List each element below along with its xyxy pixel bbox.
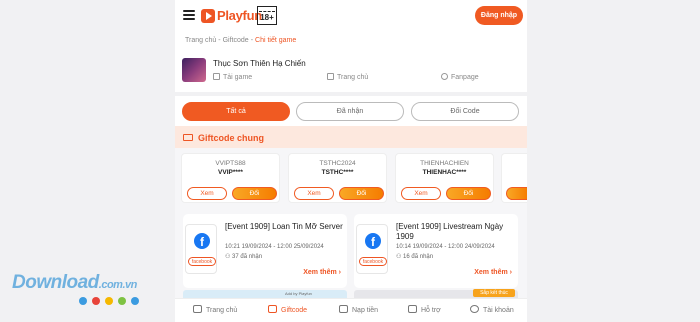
nav-home[interactable]: Trang chủ	[193, 305, 237, 314]
home-icon	[327, 73, 334, 80]
giftcode-value: THIENHAC****	[422, 169, 467, 176]
game-thumbnail[interactable]	[182, 58, 206, 82]
age-rating-badge: 18+	[257, 6, 277, 25]
game-header: Thục Sơn Thiên Hạ Chiến Tải game Trang c…	[182, 57, 522, 85]
game-homepage-link[interactable]: Trang chủ	[327, 73, 368, 81]
giftcode-card: TSTHC2024 TSTHC**** Xem Đổi	[288, 153, 387, 203]
nav-topup[interactable]: Nạp tiền	[339, 305, 378, 314]
facebook-icon	[441, 73, 448, 80]
watermark-logo: Download.com.vn	[12, 272, 137, 293]
ticket-icon	[183, 134, 193, 141]
giftcode-name: TSTHC2024	[319, 160, 356, 167]
view-button[interactable]: Xem	[401, 187, 441, 200]
section-header: Giftcode chung	[175, 126, 527, 148]
breadcrumb-current: Chi tiết game	[255, 37, 297, 44]
tab-all[interactable]: Tất cả	[182, 102, 290, 121]
peek-caption: Add by Playfun	[285, 291, 312, 296]
gift-icon	[268, 305, 277, 313]
facebook-icon: f	[365, 233, 381, 249]
giftcode-value: VVIP****	[218, 169, 243, 176]
event-source-logo: f facebook	[356, 224, 388, 274]
filter-tabs: Tất cả Đã nhận Đổi Code	[182, 102, 520, 121]
top-bar: Playfun 18+ Đăng nhập	[175, 0, 527, 32]
event-title: [Event 1909] Livestream Ngày 1909	[396, 222, 504, 241]
tab-exchange-code[interactable]: Đổi Code	[411, 102, 519, 121]
people-icon: ⚇	[396, 254, 404, 260]
home-icon	[193, 305, 202, 313]
event-title: [Event 1909] Loan Tin Mỡ Server	[225, 222, 343, 231]
game-title: Thục Sơn Thiên Hạ Chiến	[213, 59, 306, 68]
view-button[interactable]: Xem	[294, 187, 334, 200]
tab-received[interactable]: Đã nhận	[296, 102, 404, 121]
source-tag: facebook	[359, 257, 387, 266]
app-column: Playfun 18+ Đăng nhập Trang chủ - Giftcode…	[175, 0, 527, 322]
nav-account[interactable]: Tài khoản	[470, 305, 514, 314]
bottom-navigation: Trang chủ Giftcode Nạp tiền Hỗ trợ Tài k…	[175, 298, 527, 322]
event-received-count: ⚇ 37 đã nhận	[225, 254, 263, 260]
fanpage-link[interactable]: Fanpage	[441, 73, 479, 81]
headset-icon	[408, 305, 417, 313]
giftcode-name: THIENHACHIEN	[420, 160, 469, 167]
exchange-button[interactable]: Đổi	[232, 187, 277, 200]
view-button[interactable]: Xem	[187, 187, 227, 200]
exchange-button[interactable]: Đổi	[446, 187, 491, 200]
watermark-dot	[105, 297, 113, 305]
event-time: 10:14 19/09/2024 - 12:00 24/09/2024	[396, 244, 495, 250]
divider	[175, 92, 527, 96]
nav-support[interactable]: Hỗ trợ	[408, 305, 441, 314]
wallet-icon	[339, 305, 348, 313]
watermark-dot	[118, 297, 126, 305]
people-icon: ⚇	[225, 254, 233, 260]
event-received-count: ⚇ 16 đã nhận	[396, 254, 434, 260]
watermark-dot	[131, 297, 139, 305]
event-source-logo: f facebook	[185, 224, 217, 274]
giftcode-card: THIENHACHIEN THIENHAC**** Xem Đổi	[395, 153, 494, 203]
giftcode-card-partial	[501, 153, 527, 203]
chevron-right-icon: ›	[338, 269, 341, 276]
watermark-dot	[79, 297, 87, 305]
event-card[interactable]: f facebook [Event 1909] Livestream Ngày …	[354, 214, 518, 288]
chevron-right-icon: ›	[509, 269, 512, 276]
section-title: Giftcode chung	[198, 133, 264, 143]
login-button[interactable]: Đăng nhập	[475, 6, 523, 25]
event-card[interactable]: f facebook [Event 1909] Loan Tin Mỡ Serv…	[183, 214, 347, 288]
breadcrumb-home[interactable]: Trang chủ	[185, 37, 216, 44]
exchange-button[interactable]: Đổi	[339, 187, 384, 200]
giftcode-value: TSTHC****	[321, 169, 354, 176]
source-tag: facebook	[188, 257, 216, 266]
event-list: f facebook [Event 1909] Loan Tin Mỡ Serv…	[175, 204, 527, 300]
breadcrumb-giftcode[interactable]: Giftcode	[223, 37, 249, 44]
event-time: 10:21 19/09/2024 - 12:00 25/09/2024	[225, 244, 324, 250]
logo[interactable]: Playfun	[201, 8, 262, 23]
see-more-link[interactable]: Xem thêm ›	[303, 269, 341, 276]
nav-giftcode[interactable]: Giftcode	[268, 305, 307, 314]
breadcrumb: Trang chủ - Giftcode - Chi tiết game	[185, 37, 297, 44]
exchange-button[interactable]	[506, 187, 527, 200]
ending-soon-badge: Sắp kết thúc	[473, 289, 515, 297]
download-icon	[213, 73, 220, 80]
download-game-link[interactable]: Tải game	[213, 73, 252, 81]
play-logo-icon	[201, 8, 215, 23]
watermark-dots	[79, 297, 144, 305]
hamburger-menu-icon[interactable]	[183, 10, 195, 20]
see-more-link[interactable]: Xem thêm ›	[474, 269, 512, 276]
giftcode-card: VVIPTS88 VVIP**** Xem Đổi	[181, 153, 280, 203]
watermark-dot	[92, 297, 100, 305]
logo-text: Playfun	[217, 8, 262, 23]
user-icon	[470, 305, 479, 313]
facebook-icon: f	[194, 233, 210, 249]
giftcode-name: VVIPTS88	[215, 160, 246, 167]
giftcode-carousel: VVIPTS88 VVIP**** Xem Đổi TSTHC2024 TSTH…	[175, 148, 527, 204]
